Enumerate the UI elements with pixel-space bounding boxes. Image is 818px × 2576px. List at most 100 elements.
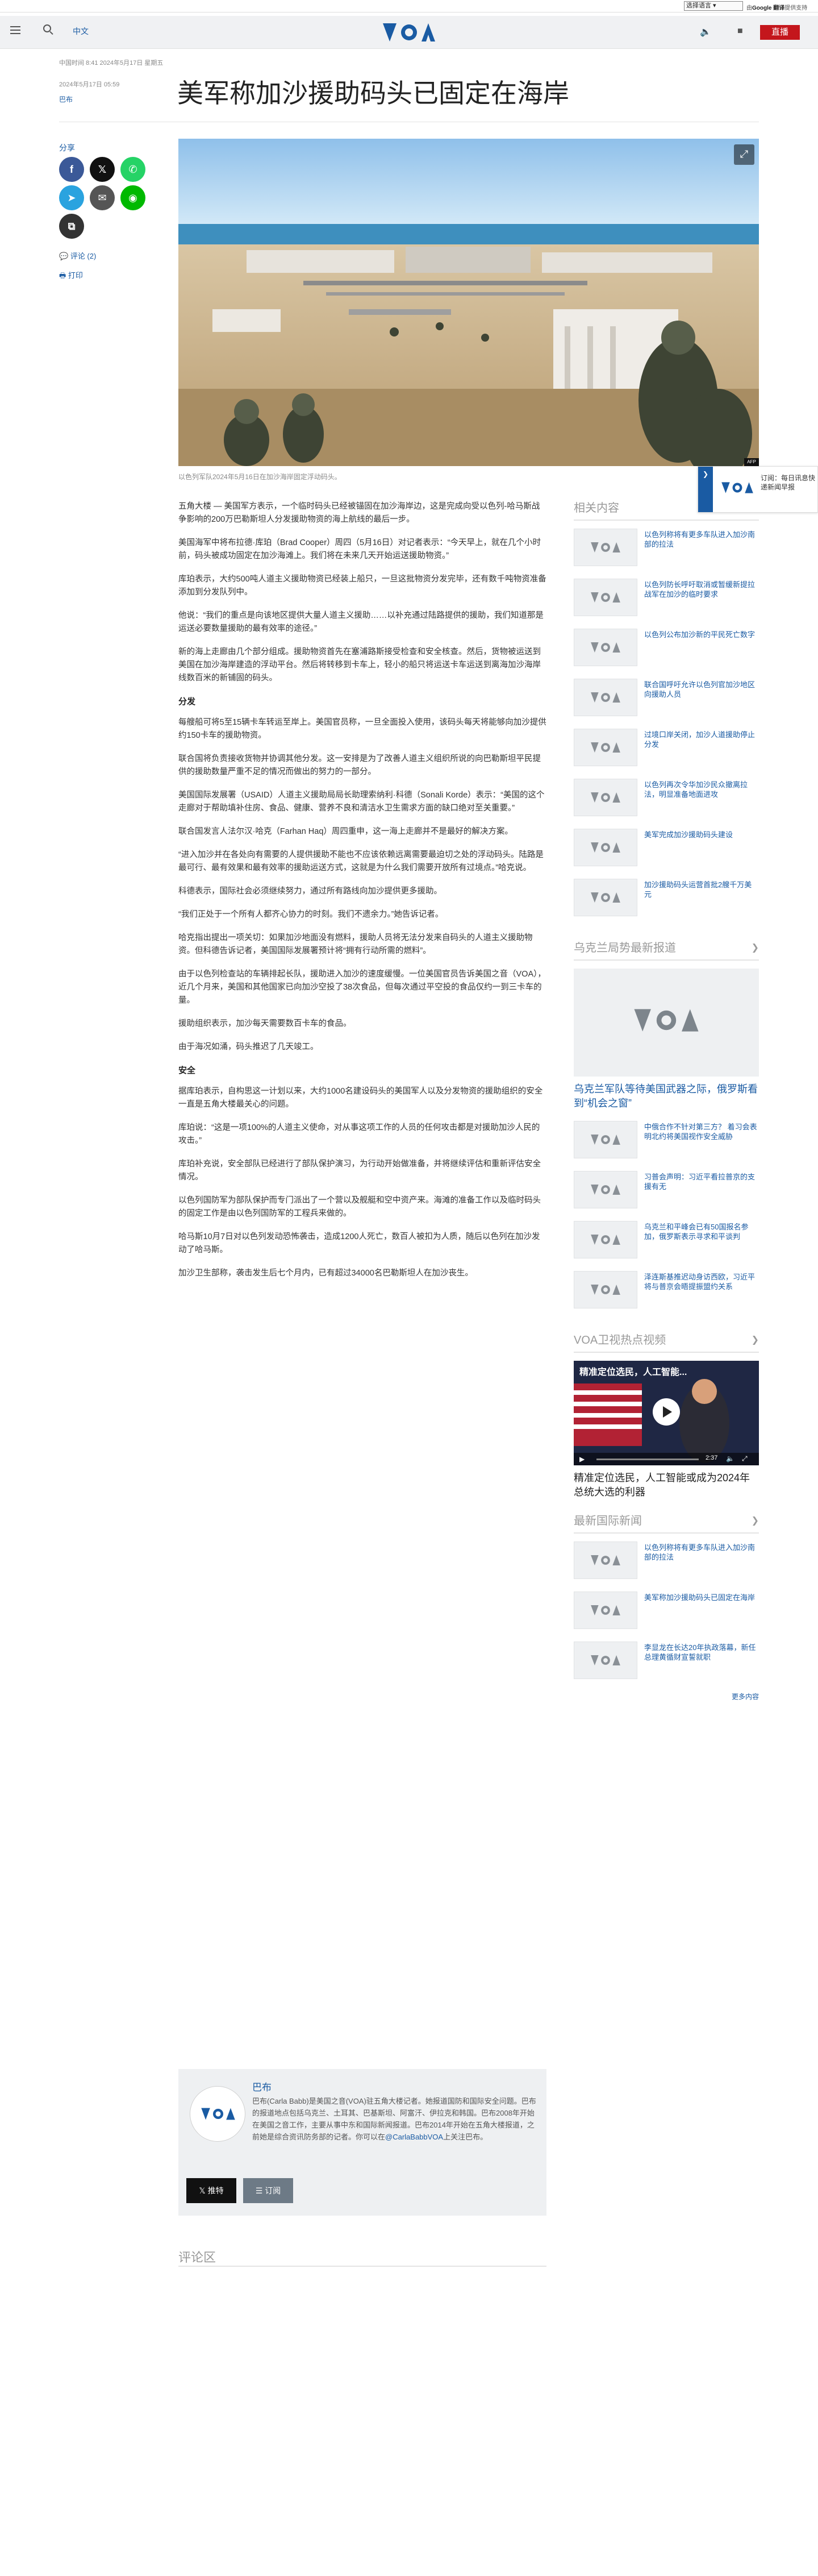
voa-logo <box>591 1185 620 1195</box>
article-paragraph: “进入加沙并在各处向有需要的人提供援助不能也不应该依赖远离需要最迫切之处的浮动码… <box>178 850 544 872</box>
voa-logo[interactable] <box>382 21 436 44</box>
live-button[interactable]: 直播 <box>760 25 800 40</box>
list-item[interactable]: 联合国呼吁允许以色列官加沙地区向援助人员 <box>574 679 759 723</box>
list-item-title[interactable]: 以色列称将有更多车队进入加沙南部的拉法 <box>644 1543 759 1562</box>
list-item[interactable]: 美军完成加沙援助码头建设 <box>574 829 759 873</box>
voa-logo <box>591 1285 620 1295</box>
fullscreen-icon[interactable]: ⤢ <box>742 1455 748 1463</box>
ukraine-card-title[interactable]: 乌克兰军队等待美国武器之际，俄罗斯看到“机会之窗” <box>574 1082 759 1111</box>
language-link[interactable]: 中文 <box>73 26 89 37</box>
list-item-title[interactable]: 中俄合作不针对第三方？ 着习会表明北约将美国视作安全威胁 <box>644 1122 759 1141</box>
author-link[interactable]: 巴布 <box>59 94 73 104</box>
list-item[interactable]: 加沙援助码头运营首批2艘千万美元 <box>574 879 759 923</box>
copy-link-button[interactable]: ⧉ <box>59 214 84 239</box>
video-play-control[interactable]: ▶ <box>579 1455 585 1463</box>
video-progress-bar[interactable] <box>596 1459 699 1460</box>
list-item-title[interactable]: 泽连斯基推迟动身访西欧，习近平将与普京会晤提振盟约关系 <box>644 1272 759 1291</box>
thumbnail[interactable] <box>574 1642 637 1679</box>
telegram-share-button[interactable]: ➤ <box>59 185 84 210</box>
section-heading: 分发 <box>178 697 196 707</box>
list-item-title[interactable]: 联合国呼吁允许以色列官加沙地区向援助人员 <box>644 680 759 699</box>
facebook-share-button[interactable]: f <box>59 157 84 182</box>
list-item[interactable]: 李显龙在长达20年执政落幕，新任总理黄循财宣誓就职 <box>574 1642 759 1686</box>
video-icon[interactable]: ■ <box>737 26 750 38</box>
video-section-title[interactable]: VOA卫视热点视频 ❯ <box>574 1332 759 1353</box>
list-item[interactable]: 以色列公布加沙新的平民死亡数字 <box>574 629 759 673</box>
x-share-button[interactable]: 𝕏 <box>90 157 115 182</box>
article-paragraph: 每艘船可将5至15辆卡车转运至岸上。美国官员称，一旦全面投入使用，该码头每天将能… <box>178 718 546 740</box>
voa-logo <box>591 742 620 753</box>
list-item[interactable]: 以色列防长呼吁取消或暂缓新提拉战军在加沙的临时要求 <box>574 579 759 623</box>
comments-link[interactable]: 💬 评论 (2) <box>59 250 96 261</box>
list-item-title[interactable]: 加沙援助码头运营首批2艘千万美元 <box>644 880 759 899</box>
video-player[interactable]: 精准定位选民，人工智能... ▶ 2:37 🔈 ⤢ <box>574 1361 759 1465</box>
thumbnail[interactable] <box>574 529 637 566</box>
article-paragraph: 库珀表示，大约500吨人道主义援助物资已经装上船只，一旦这批物资分发完毕，还有数… <box>178 575 546 597</box>
voa-logo <box>591 792 620 803</box>
print-link[interactable]: 🖶 打印 <box>59 269 83 283</box>
thumbnail[interactable] <box>574 1271 637 1308</box>
list-item-title[interactable]: 习普会声明：习近平看拉普京的支援有无 <box>644 1172 759 1191</box>
article-paragraph: 以色列国防军为部队保护而专门派出了一个营以及舰艇和空中资产来。海滩的准备工作以及… <box>178 1196 541 1218</box>
list-item[interactable]: 过境口岸关闭，加沙人道援助停止分发 <box>574 729 759 773</box>
more-content-link[interactable]: 更多内容 <box>574 1692 759 1701</box>
image-caption: 以色列军队2024年5月16日在加沙海岸固定浮动码头。 <box>178 473 341 481</box>
line-share-button[interactable]: ◉ <box>120 185 145 210</box>
expand-arrow-icon[interactable]: ❯ <box>703 470 708 478</box>
list-item-title[interactable]: 美军称加沙援助码头已固定在海岸 <box>644 1593 759 1602</box>
list-item[interactable]: 中俄合作不针对第三方？ 着习会表明北约将美国视作安全威胁 <box>574 1121 759 1165</box>
thumbnail[interactable] <box>574 679 637 716</box>
list-item[interactable]: 习普会声明：习近平看拉普京的支援有无 <box>574 1171 759 1215</box>
ukraine-section-title[interactable]: 乌克兰局势最新报道 ❯ <box>574 940 759 961</box>
article-paragraph: 五角大楼 — 美国军方表示，一个临时码头已经被锚固在加沙海岸边，这是完成向受以色… <box>178 502 540 524</box>
list-item-title[interactable]: 过境口岸关闭，加沙人道援助停止分发 <box>644 730 759 749</box>
email-share-button[interactable]: ✉ <box>90 185 115 210</box>
thumbnail[interactable] <box>574 779 637 816</box>
author-subscribe-button[interactable]: ☰ 订阅 <box>243 2178 293 2203</box>
volume-icon[interactable]: 🔈 <box>726 1455 734 1462</box>
author-twitter-link[interactable]: @CarlaBabbVOA <box>385 2133 443 2141</box>
list-item-title[interactable]: 以色列再次令华加沙民众撤离拉法，明显准备地面进攻 <box>644 780 759 799</box>
video-caption[interactable]: 精准定位选民，人工智能或成为2024年总统大选的利器 <box>574 1471 759 1499</box>
list-item-title[interactable]: 美军完成加沙援助码头建设 <box>644 830 759 840</box>
menu-icon[interactable] <box>10 26 20 34</box>
language-select[interactable]: 选择语言 ▾ <box>684 1 743 11</box>
audio-icon[interactable]: 🔈 <box>700 26 712 38</box>
thumbnail[interactable] <box>574 1542 637 1579</box>
list-item[interactable]: 乌克兰和平峰会已有50国报名参加，俄罗斯表示寻求和平谈判 <box>574 1221 759 1265</box>
play-button[interactable] <box>653 1398 680 1426</box>
author-twitter-button[interactable]: 𝕏 推特 <box>186 2178 236 2203</box>
list-item[interactable]: 泽连斯基推迟动身访西欧，习近平将与普京会晤提振盟约关系 <box>574 1271 759 1315</box>
ukraine-card-image[interactable] <box>574 969 759 1077</box>
thumbnail[interactable] <box>574 1171 637 1208</box>
voa-logo <box>201 2108 235 2120</box>
list-item[interactable]: 以色列再次令华加沙民众撤离拉法，明显准备地面进攻 <box>574 779 759 823</box>
list-item-title[interactable]: 以色列公布加沙新的平民死亡数字 <box>644 630 759 639</box>
thumbnail[interactable] <box>574 729 637 766</box>
list-item-title[interactable]: 以色列称将有更多车队进入加沙南部的拉法 <box>644 530 759 549</box>
expand-image-button[interactable]: ⤢ <box>734 144 754 165</box>
search-icon[interactable] <box>43 24 51 32</box>
article-paragraph: 由于以色列检查站的车辆排起长队，援助进入加沙的速度缓慢。一位美国官员告诉美国之音… <box>178 970 546 1005</box>
list-item[interactable]: 以色列称将有更多车队进入加沙南部的拉法 <box>574 529 759 573</box>
thumbnail[interactable] <box>574 629 637 666</box>
list-item-title[interactable]: 李显龙在长达20年执政落幕，新任总理黄循财宣誓就职 <box>644 1643 759 1662</box>
expand-icon: ⤢ <box>740 148 749 160</box>
thumbnail[interactable] <box>574 829 637 866</box>
intl-section-title[interactable]: 最新国际新闻 ❯ <box>574 1513 759 1534</box>
facebook-icon: f <box>70 164 73 175</box>
author-name-link[interactable]: 巴布 <box>252 2079 272 2093</box>
telegram-icon: ➤ <box>67 192 76 203</box>
whatsapp-share-button[interactable]: ✆ <box>120 157 145 182</box>
list-item-title[interactable]: 以色列防长呼吁取消或暂缓新提拉战军在加沙的临时要求 <box>644 580 759 599</box>
thumbnail[interactable] <box>574 1121 637 1158</box>
thumbnail[interactable] <box>574 1221 637 1258</box>
thumbnail[interactable] <box>574 579 637 616</box>
list-item[interactable]: 美军称加沙援助码头已固定在海岸 <box>574 1592 759 1636</box>
list-item[interactable]: 以色列称将有更多车队进入加沙南部的拉法 <box>574 1542 759 1586</box>
list-item-title[interactable]: 乌克兰和平峰会已有50国报名参加，俄罗斯表示寻求和平谈判 <box>644 1222 759 1241</box>
thumbnail[interactable] <box>574 879 637 916</box>
thumbnail[interactable] <box>574 1592 637 1629</box>
video-banner: 精准定位选民，人工智能... <box>579 1368 687 1377</box>
voa-logo <box>634 1009 699 1032</box>
